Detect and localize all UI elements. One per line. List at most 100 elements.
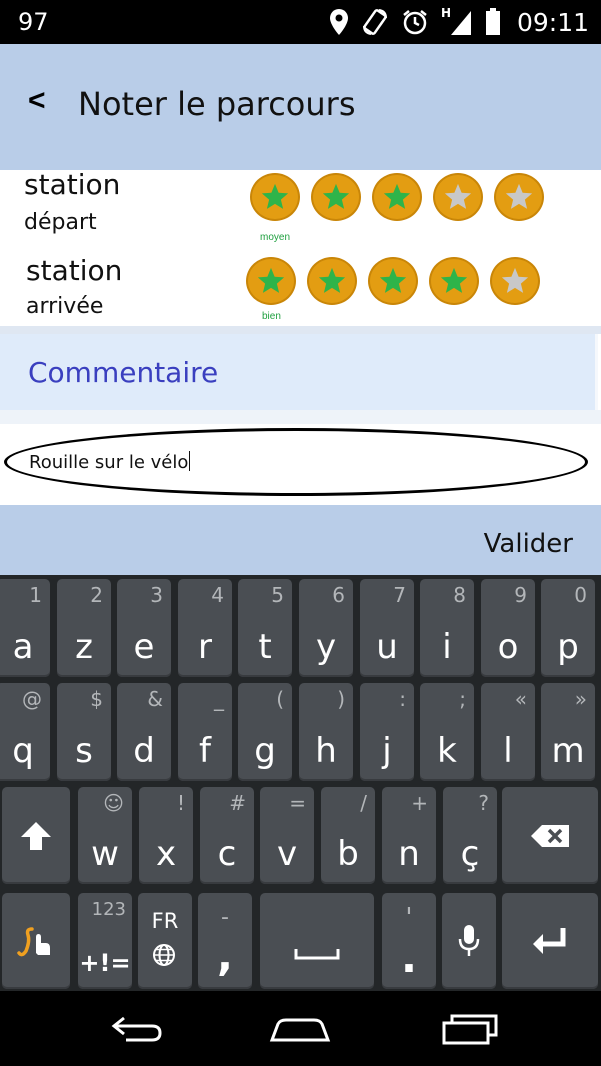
back-button[interactable]: < [28,84,46,118]
language-key[interactable]: FR [138,893,192,989]
section-divider [0,326,601,334]
star-4-filled[interactable] [429,257,479,305]
nav-back-button[interactable] [94,1009,174,1049]
key-row1-8[interactable]: 9o [481,579,535,677]
key-hint: _ [214,687,224,711]
backspace-key[interactable] [502,787,598,884]
comment-section: Commentaire [0,334,598,410]
shift-key[interactable] [2,787,70,884]
section-divider [0,410,601,424]
key-row2-4[interactable]: (g [238,683,292,781]
star-icon [440,267,468,293]
key-row2-5[interactable]: ) h [299,683,353,781]
gesture-typing-key[interactable] [2,893,70,989]
key-letter: p [557,627,579,667]
key-row1-9[interactable]: 0p [541,579,595,677]
key-row2-8[interactable]: «l [481,683,535,781]
comma-key-hint: - [221,905,229,930]
key-letter: i [442,627,452,667]
key-row1-2[interactable]: 3e [117,579,171,677]
voice-input-key[interactable] [442,893,496,989]
key-letter: s [75,731,93,771]
key-hint: 9 [514,583,527,607]
key-row2-7[interactable]: ; k [420,683,474,781]
star-5-empty[interactable] [494,173,544,221]
comment-input-text: Rouille sur le vélo [29,451,191,473]
star-icon [257,267,285,293]
key-hint: 7 [393,583,406,607]
key-row3-6[interactable]: ? ç [443,787,497,884]
navigation-bar [0,991,601,1066]
key-row2-9[interactable]: » m [541,683,595,781]
key-letter: f [199,731,211,771]
star-2-filled[interactable] [311,173,361,221]
key-row3-0[interactable]: ☺ w [78,787,132,884]
key-letter: q [12,731,34,771]
key-hint: 8 [453,583,466,607]
key-row2-6[interactable]: :j [360,683,414,781]
app-header: < Noter le parcours [0,44,601,170]
star-1-filled[interactable] [250,173,300,221]
star-3-filled[interactable] [372,173,422,221]
key-row1-6[interactable]: 7u [360,579,414,677]
key-row1-4[interactable]: 5t [238,579,292,677]
rating-text: moyen [260,232,291,243]
language-label: FR [151,909,179,933]
star-5-empty[interactable] [490,257,540,305]
star-4-empty[interactable] [433,173,483,221]
key-row3-2[interactable]: # c [200,787,254,884]
key-hint: 4 [211,583,224,607]
key-row3-1[interactable]: ! x [139,787,193,884]
key-letter: a [12,627,34,667]
key-letter: n [398,834,420,874]
key-row1-0[interactable]: 1a [0,579,50,677]
key-row2-0[interactable]: @ q [0,683,50,781]
key-hint: ) [337,687,345,711]
comment-input[interactable]: Rouille sur le vélo [4,428,588,496]
rating-label-line1: station [24,168,121,201]
key-hint: ; [459,687,466,711]
key-letter: l [503,731,513,771]
star-rating-departure[interactable] [250,173,544,221]
space-icon [260,893,374,989]
star-icon [501,267,529,293]
star-icon [322,183,350,209]
validate-button[interactable]: Valider [0,505,601,575]
key-row1-1[interactable]: 2z [57,579,111,677]
star-icon [383,183,411,209]
key-row2-1[interactable]: $ s [57,683,111,781]
nav-recents-button[interactable] [430,1009,510,1049]
key-row2-3[interactable]: _ f [178,683,232,781]
symbols-key[interactable]: 123 +!= [78,893,132,989]
key-hint: ! [176,791,185,815]
nav-home-button[interactable] [260,1009,340,1049]
key-letter: g [254,731,276,771]
text-cursor [189,451,191,471]
key-row3-5[interactable]: + n [382,787,436,884]
comma-key[interactable]: - , [198,893,252,989]
star-3-filled[interactable] [368,257,418,305]
key-row3-4[interactable]: / b [321,787,375,884]
key-row2-2[interactable]: & d [117,683,171,781]
status-time: 09:11 [516,7,589,37]
key-row1-7[interactable]: 8i [420,579,474,677]
star-2-filled[interactable] [307,257,357,305]
star-icon [505,183,533,209]
rating-row-departure: station départ moyen [0,168,601,248]
star-icon [318,267,346,293]
key-hint: / [360,791,367,815]
key-row1-3[interactable]: 4r [178,579,232,677]
key-row3-3[interactable]: = v [260,787,314,884]
key-hint: : [399,687,406,711]
space-key[interactable] [260,893,374,989]
star-rating-arrival[interactable] [246,257,540,305]
gesture-typing-icon [2,893,70,989]
key-row1-5[interactable]: 6y [299,579,353,677]
star-1-filled[interactable] [246,257,296,305]
key-hint: = [289,791,306,815]
key-letter: e [133,627,155,667]
location-icon [329,8,349,36]
enter-key[interactable] [502,893,598,989]
key-letter: d [133,731,155,771]
period-key[interactable]: ' . [382,893,436,989]
